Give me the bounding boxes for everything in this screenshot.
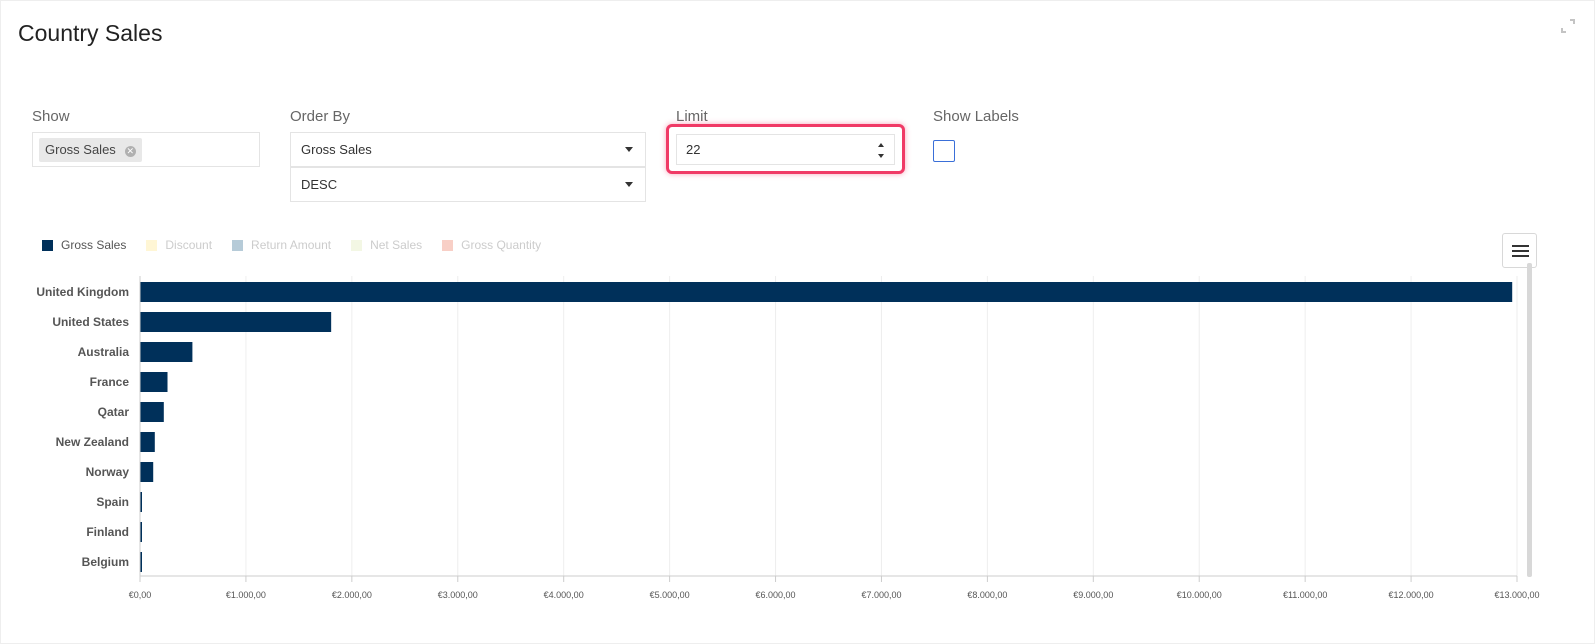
category-label: New Zealand (56, 435, 129, 449)
legend-label: Gross Quantity (461, 238, 542, 252)
x-tick-label: €7.000,00 (861, 590, 901, 600)
bar-united-states (140, 312, 332, 332)
panel-title: Country Sales (18, 20, 163, 46)
order-direction-select[interactable]: DESC (290, 167, 646, 202)
country-sales-bar-chart: €0,00 €1.000,00 €2.000,00 €3.000,00 €4.000,0… (36, 276, 1540, 600)
hamburger-icon (1512, 250, 1529, 252)
bar-new-zealand (140, 432, 155, 452)
increment-icon[interactable] (878, 143, 884, 147)
legend-item-net-sales[interactable]: Net Sales (351, 238, 422, 252)
category-label: Qatar (98, 405, 130, 419)
bar-norway (140, 462, 154, 482)
x-tick-label: €9.000,00 (1073, 590, 1113, 600)
category-label: Finland (86, 525, 129, 539)
expand-icon[interactable] (1560, 18, 1576, 34)
legend-swatch (42, 239, 53, 251)
legend-swatch (351, 239, 363, 251)
legend-label: Gross Sales (61, 238, 127, 252)
hamburger-icon (1512, 255, 1529, 257)
bar-australia (140, 342, 193, 362)
legend-label: Discount (165, 238, 213, 252)
show-tag-gross-sales: Gross Sales ✕ (39, 138, 142, 162)
bar-qatar (140, 402, 164, 422)
remove-tag-icon[interactable]: ✕ (124, 138, 136, 162)
legend-swatch (442, 239, 454, 251)
category-label: Spain (96, 495, 129, 509)
legend-item-gross-sales[interactable]: Gross Sales (42, 238, 126, 252)
show-labels-label: Show Labels (933, 108, 1019, 125)
show-tag-label: Gross Sales (45, 142, 116, 157)
x-tick-label: €6.000,00 (756, 590, 796, 600)
chart-legend: Gross Sales Discount Return Amount Net Sale… (42, 237, 561, 253)
category-label: Australia (78, 345, 130, 359)
x-tick-label: €1.000,00 (226, 590, 266, 600)
category-label: France (90, 375, 130, 389)
x-tick-label: €5.000,00 (650, 590, 690, 600)
x-tick-label: €2.000,00 (332, 590, 372, 600)
limit-input[interactable]: 22 (676, 134, 895, 165)
bar-belgium (140, 552, 142, 572)
legend-label: Net Sales (370, 238, 423, 252)
legend-item-discount[interactable]: Discount (146, 238, 212, 252)
bar-finland (140, 522, 142, 542)
x-tick-label: €8.000,00 (967, 590, 1007, 600)
chart-scrollbar[interactable] (1527, 263, 1532, 577)
legend-item-return-amount[interactable]: Return Amount (232, 238, 331, 252)
bar-spain (140, 492, 142, 512)
hamburger-icon (1512, 245, 1529, 247)
legend-label: Return Amount (251, 238, 332, 252)
country-sales-panel: Country Sales Show Gross Sales ✕ Order B… (0, 0, 1595, 644)
x-tick-label: €4.000,00 (544, 590, 584, 600)
bar-united-kingdom (140, 282, 1513, 302)
show-multiselect[interactable]: Gross Sales ✕ (32, 132, 260, 167)
limit-value: 22 (686, 142, 701, 157)
category-label: United States (52, 315, 129, 329)
show-label: Show (32, 108, 70, 125)
legend-swatch (232, 239, 244, 251)
legend-item-gross-quantity[interactable]: Gross Quantity (442, 238, 541, 252)
category-label: Belgium (82, 555, 129, 569)
show-labels-checkbox[interactable] (933, 140, 955, 162)
category-label: Norway (86, 465, 130, 479)
legend-swatch (146, 239, 158, 251)
decrement-icon[interactable] (878, 154, 884, 158)
x-tick-label: €10.000,00 (1177, 590, 1222, 600)
x-tick-label: €11.000,00 (1283, 590, 1327, 600)
order-by-field-select[interactable]: Gross Sales (290, 132, 646, 167)
limit-highlight: 22 (666, 124, 905, 174)
chevron-down-icon (625, 147, 633, 152)
order-by-label: Order By (290, 108, 351, 125)
order-direction-value: DESC (301, 177, 338, 192)
bar-france (140, 372, 168, 392)
x-tick-label: €3.000,00 (438, 590, 478, 600)
x-tick-label: €12.000,00 (1389, 590, 1434, 600)
category-label: United Kingdom (36, 285, 129, 299)
order-by-field-value: Gross Sales (301, 142, 372, 157)
limit-label: Limit (676, 108, 708, 125)
chevron-down-icon (625, 182, 633, 187)
x-tick-label: €13.000,00 (1494, 590, 1539, 600)
x-tick-label: €0,00 (129, 590, 152, 600)
